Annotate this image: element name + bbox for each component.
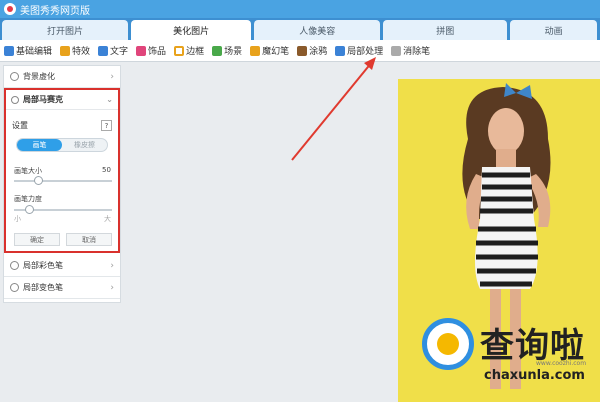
cancel-button[interactable]: 取消: [66, 233, 112, 246]
tool-text[interactable]: 文字: [98, 44, 128, 57]
settings-label: 设置: [12, 121, 28, 130]
search-logo-icon: [422, 318, 474, 370]
brush-strength-label: 画笔力度: [14, 195, 42, 203]
tool-scene[interactable]: 场景: [212, 44, 242, 57]
watermark-domain: chaxunla.com: [484, 368, 585, 383]
brush-strength-slider-thumb[interactable]: [24, 205, 34, 214]
magic-wand-icon: [60, 45, 71, 56]
watermark: 查询啦 www.coozhi.com chaxunla.com: [418, 312, 600, 402]
tool-eraser[interactable]: 消除笔: [391, 44, 430, 57]
tool-effects[interactable]: 特效: [60, 44, 90, 57]
tool-magic-pen[interactable]: 魔幻笔: [250, 44, 289, 57]
main-tabs: 打开图片 美化图片 人像美容 拼图 动画: [0, 18, 600, 40]
brush-icon: [297, 45, 308, 56]
tab-portrait[interactable]: 人像美容: [254, 20, 381, 40]
tool-graffiti[interactable]: 涂鸦: [297, 44, 327, 57]
recolor-pen-icon: [10, 283, 19, 292]
tab-open-image[interactable]: 打开图片: [2, 20, 129, 40]
title-bar: 美图秀秀网页版: [0, 0, 600, 18]
bow-icon: [136, 45, 147, 56]
brush-mode-button[interactable]: 画笔: [17, 139, 62, 151]
panel-lower-items: 局部彩色笔 › 局部变色笔 ›: [4, 255, 120, 299]
eraser-icon: [391, 45, 402, 56]
brush-size-label: 画笔大小: [14, 167, 42, 175]
magic-pen-icon: [250, 45, 261, 56]
tab-collage[interactable]: 拼图: [383, 20, 508, 40]
tool-decorations[interactable]: 饰品: [136, 44, 166, 57]
blur-icon: [10, 72, 19, 81]
mosaic-section-header[interactable]: 局部马赛克 ⌄: [6, 90, 118, 110]
mosaic-icon: [11, 95, 19, 104]
brush-size-slider-thumb[interactable]: [33, 176, 43, 185]
tab-beautify[interactable]: 美化图片: [131, 20, 252, 40]
tool-frame[interactable]: 边框: [174, 44, 204, 57]
frame-icon: [174, 45, 185, 56]
eraser-mode-button[interactable]: 橡皮擦: [62, 139, 107, 151]
chevron-right-icon: ›: [110, 282, 114, 293]
mosaic-section: 局部马赛克 ⌄ 设置 ? 画笔 橡皮擦 画笔大小 50 画笔力度 小 大 确定 …: [4, 88, 120, 253]
strength-min-label: 小: [14, 215, 21, 223]
text-icon: [98, 45, 109, 56]
chevron-down-icon: ⌄: [106, 95, 113, 104]
chevron-right-icon: ›: [110, 71, 114, 82]
settings-row: 设置 ?: [12, 120, 112, 131]
watermark-small-url: www.coozhi.com: [536, 360, 587, 367]
edit-icon: [4, 45, 14, 56]
tool-basic-edit[interactable]: 基础编辑: [4, 44, 52, 57]
color-pen-icon: [10, 261, 19, 270]
toolbar: 基础编辑 特效 文字 饰品 边框 场景 魔幻笔 涂鸦 局部处理 消除笔: [0, 40, 600, 62]
local-brush-icon: [335, 45, 346, 56]
brush-size-value: 50: [102, 166, 111, 174]
tab-animation[interactable]: 动画: [510, 20, 597, 40]
app-logo-icon: [4, 3, 16, 15]
tool-local-process[interactable]: 局部处理: [335, 44, 383, 57]
brush-strength-slider[interactable]: [14, 205, 112, 214]
brush-size-slider[interactable]: [14, 176, 112, 185]
app-title: 美图秀秀网页版: [20, 5, 90, 17]
mode-switch: 画笔 橡皮擦: [16, 138, 108, 152]
help-button[interactable]: ?: [101, 120, 112, 131]
chevron-right-icon: ›: [110, 260, 114, 271]
scene-icon: [212, 45, 223, 56]
panel-item-background-blur[interactable]: 背景虚化 ›: [4, 66, 120, 88]
panel-item-local-color-pen[interactable]: 局部彩色笔 ›: [4, 255, 120, 277]
left-panel: 背景虚化 › 局部马赛克 ⌄ 设置 ? 画笔 橡皮擦 画笔大小 50 画笔力度 …: [3, 65, 121, 303]
strength-max-label: 大: [104, 215, 111, 223]
panel-item-local-recolor-pen[interactable]: 局部变色笔 ›: [4, 277, 120, 299]
confirm-button[interactable]: 确定: [14, 233, 60, 246]
